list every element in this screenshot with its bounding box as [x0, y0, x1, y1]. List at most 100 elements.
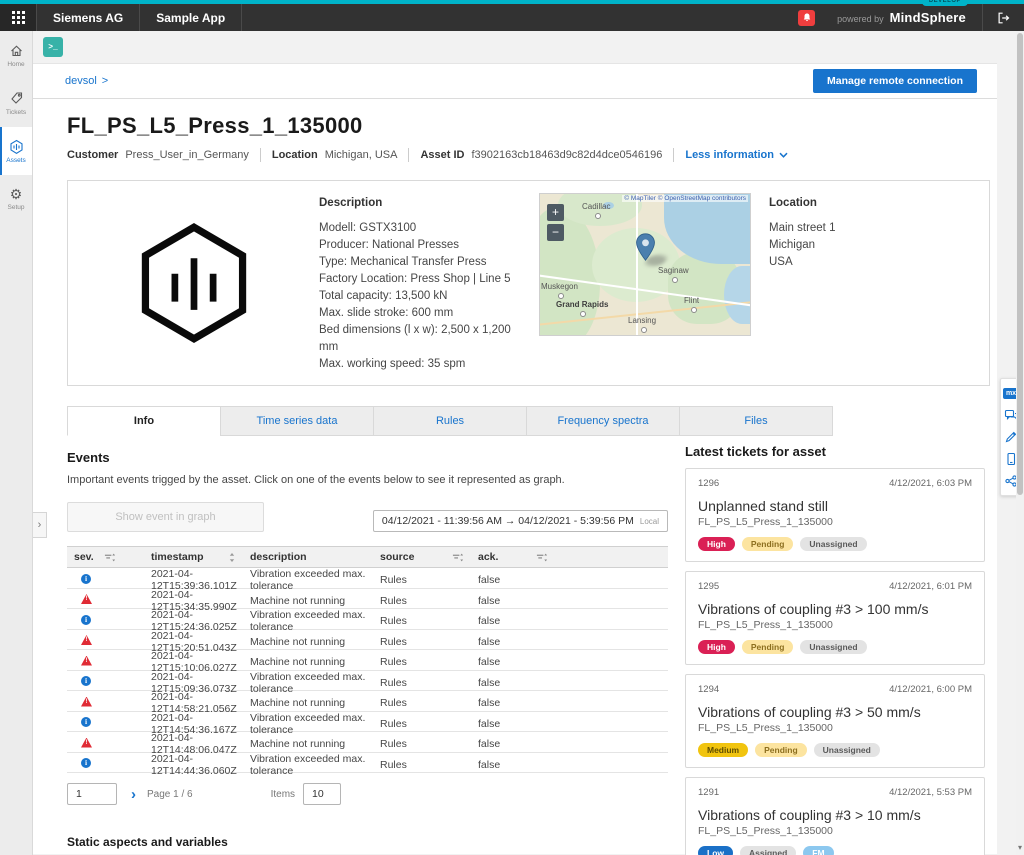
- column-header-description[interactable]: description: [250, 551, 380, 563]
- ticket-asset: FL_PS_L5_Press_1_135000: [698, 825, 972, 837]
- severity-icon: [81, 656, 92, 666]
- events-subtitle: Important events trigged by the asset. C…: [67, 474, 668, 486]
- tab-time-series-data[interactable]: Time series data: [220, 406, 374, 436]
- customer-label: Customer: [67, 149, 118, 161]
- brand-name: MindSphere: [890, 10, 966, 25]
- next-page-chevron-icon[interactable]: ›: [131, 787, 136, 802]
- scroll-down-arrow-icon[interactable]: ▾: [1016, 844, 1024, 852]
- notifications-button[interactable]: [798, 10, 815, 26]
- sort-icon[interactable]: [228, 552, 236, 563]
- panel-expand-toggle[interactable]: ›: [32, 512, 47, 538]
- event-row[interactable]: 2021-04-12T15:24:36.025Z Vibration excee…: [67, 609, 668, 630]
- sidebar-item-home[interactable]: Home: [0, 31, 32, 79]
- column-header-source[interactable]: source: [380, 551, 478, 563]
- sidebar-item-assets[interactable]: Assets: [0, 127, 32, 175]
- filter-sort-icon[interactable]: [104, 552, 116, 563]
- date-range-timezone: Local: [640, 517, 659, 526]
- map-zoom-out-button[interactable]: −: [547, 224, 564, 241]
- tab-rules[interactable]: Rules: [373, 406, 527, 436]
- event-row[interactable]: 2021-04-12T15:39:36.101Z Vibration excee…: [67, 568, 668, 589]
- date-range-picker[interactable]: 04/12/2021 - 11:39:56 AM → 04/12/2021 - …: [373, 510, 668, 532]
- ticket-datetime: 4/12/2021, 6:03 PM: [889, 478, 972, 489]
- ticket-card[interactable]: 1291 4/12/2021, 5:53 PM Vibrations of co…: [685, 777, 985, 855]
- sidebar-item-label: Assets: [6, 157, 26, 164]
- chevron-down-icon: [779, 152, 788, 158]
- app-switcher-button[interactable]: [0, 4, 37, 31]
- ticket-card[interactable]: 1294 4/12/2021, 6:00 PM Vibrations of co…: [685, 674, 985, 768]
- ticket-title: Vibrations of coupling #3 > 100 mm/s: [698, 601, 972, 617]
- events-table-header: sev. timestamp description s: [67, 546, 668, 568]
- develop-tag: DEVELOP: [922, 0, 968, 6]
- asset-meta-row: Customer Press_User_in_Germany Location …: [67, 148, 997, 162]
- nav-tab-sample-app[interactable]: Sample App: [140, 4, 242, 31]
- ticket-datetime: 4/12/2021, 5:53 PM: [889, 787, 972, 798]
- bell-icon: [802, 12, 812, 23]
- logout-icon: [996, 11, 1011, 25]
- map-city-label: Flint: [684, 296, 699, 305]
- asset-type-hexagon-icon: [132, 221, 256, 345]
- sidebar-item-label: Home: [7, 61, 24, 68]
- priority-badge: Medium: [698, 743, 748, 757]
- grid-icon: [12, 11, 25, 24]
- assignee-badge: FM: [803, 846, 833, 855]
- ticket-icon: [9, 91, 24, 106]
- main-content-area: >_ devsol > Manage remote connection › F…: [33, 31, 997, 855]
- static-aspects-title: Static aspects and variables: [67, 835, 668, 849]
- show-event-in-graph-button[interactable]: Show event in graph: [67, 502, 264, 532]
- event-row[interactable]: 2021-04-12T14:54:36.167Z Vibration excee…: [67, 712, 668, 733]
- severity-icon: [81, 717, 91, 727]
- filter-sort-icon[interactable]: [536, 552, 548, 563]
- severity-icon: [81, 615, 91, 625]
- description-line: Max. slide stroke: 600 mm: [319, 305, 531, 322]
- table-pagination: › Page 1 / 6 Items: [67, 783, 668, 805]
- items-per-page-input[interactable]: [303, 783, 341, 805]
- ticket-id: 1291: [698, 787, 719, 798]
- manage-remote-connection-button[interactable]: Manage remote connection: [813, 69, 977, 93]
- column-header-sev[interactable]: sev.: [67, 551, 151, 563]
- map-zoom-in-button[interactable]: +: [547, 204, 564, 221]
- logout-button[interactable]: [982, 4, 1024, 31]
- page-number-input[interactable]: [67, 783, 117, 805]
- status-badge: Pending: [742, 640, 794, 654]
- column-header-ack[interactable]: ack.: [478, 551, 668, 563]
- event-row[interactable]: 2021-04-12T15:09:36.073Z Vibration excee…: [67, 671, 668, 692]
- description-line: Total capacity: 13,500 kN: [319, 288, 531, 305]
- asset-hexagon-icon: [9, 139, 24, 154]
- description-title: Description: [319, 195, 531, 212]
- ticket-card[interactable]: 1296 4/12/2021, 6:03 PM Unplanned stand …: [685, 468, 985, 562]
- asset-id-value: f3902163cb18463d9c82d4dce0546196: [471, 149, 662, 161]
- sidebar-item-setup[interactable]: ⚙ Setup: [0, 175, 32, 223]
- sidebar-item-label: Tickets: [6, 109, 26, 116]
- asset-detail-page: › FL_PS_L5_Press_1_135000 Customer Press…: [33, 99, 997, 854]
- event-row[interactable]: 2021-04-12T15:10:06.027Z Machine not run…: [67, 650, 668, 671]
- column-header-timestamp[interactable]: timestamp: [151, 551, 250, 563]
- tab-info[interactable]: Info: [67, 406, 221, 436]
- map-attribution: © MapTiler © OpenStreetMap contributors: [622, 195, 748, 202]
- page-scrollbar[interactable]: ▾: [1016, 31, 1024, 855]
- assignee-badge: Unassigned: [800, 537, 866, 551]
- sidebar-item-tickets[interactable]: Tickets: [0, 79, 32, 127]
- priority-badge: Low: [698, 846, 733, 855]
- less-information-link[interactable]: Less information: [685, 149, 788, 161]
- breadcrumb-link-devsol[interactable]: devsol: [65, 75, 97, 87]
- severity-icon: [81, 574, 91, 584]
- ticket-card[interactable]: 1295 4/12/2021, 6:01 PM Vibrations of co…: [685, 571, 985, 665]
- description-line: Bed dimensions (l x w): 2,500 x 1,200 mm: [319, 322, 531, 356]
- powered-by-brand: powered by MindSphere DEVELOP: [837, 10, 982, 25]
- gear-icon: ⚙: [10, 187, 23, 201]
- nav-tab-siemens-ag[interactable]: Siemens AG: [37, 4, 140, 31]
- ticket-datetime: 4/12/2021, 6:01 PM: [889, 581, 972, 592]
- filter-sort-icon[interactable]: [452, 552, 464, 563]
- ticket-id: 1295: [698, 581, 719, 592]
- ticket-id: 1294: [698, 684, 719, 695]
- tab-files[interactable]: Files: [679, 406, 833, 436]
- terminal-shortcut-button[interactable]: >_: [43, 37, 63, 57]
- tab-frequency-spectra[interactable]: Frequency spectra: [526, 406, 680, 436]
- location-map[interactable]: Cadillac Saginaw Muskegon Grand Rapids F…: [539, 193, 751, 336]
- scrollbar-thumb[interactable]: [1017, 33, 1023, 495]
- description-line: Modell: GSTX3100: [319, 220, 531, 237]
- ticket-asset: FL_PS_L5_Press_1_135000: [698, 516, 972, 528]
- tickets-panel: Latest tickets for asset 1296 4/12/2021,…: [685, 444, 985, 855]
- map-zoom-controls: + −: [547, 204, 564, 244]
- event-row[interactable]: 2021-04-12T14:44:36.060Z Vibration excee…: [67, 753, 668, 774]
